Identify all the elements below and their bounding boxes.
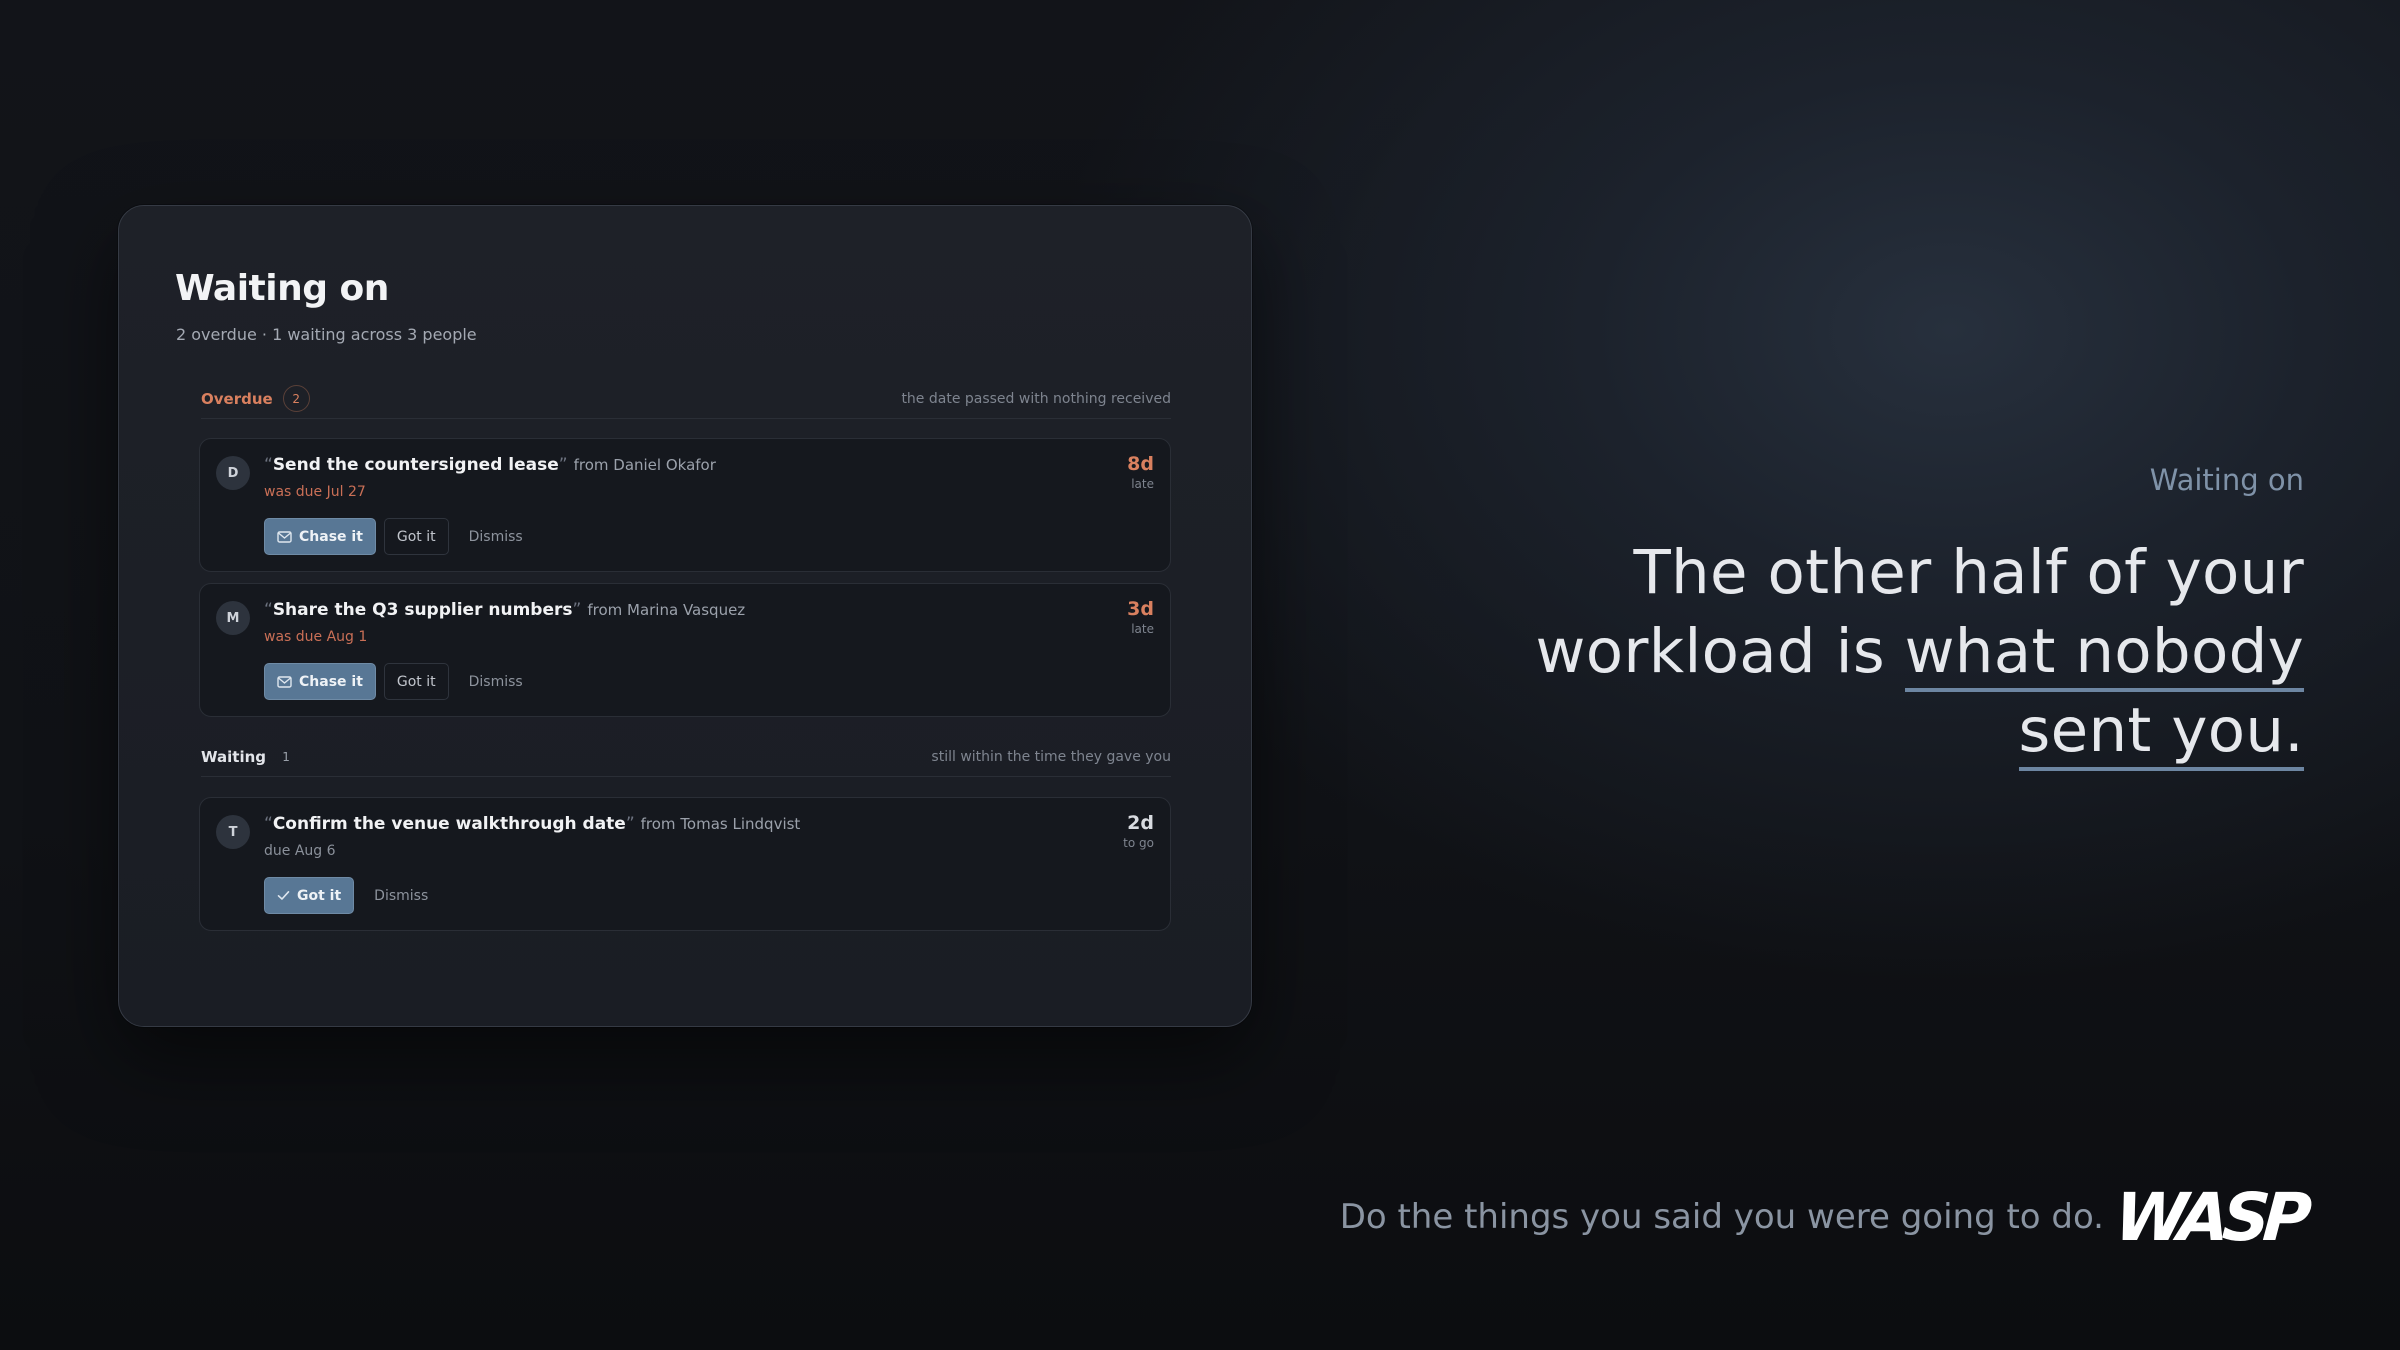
item-due-date: was due Jul 27: [264, 484, 366, 500]
item-text: Send the countersigned lease: [272, 455, 559, 475]
got-it-button[interactable]: Got it: [383, 518, 449, 555]
headline-highlight: what nobody: [1904, 616, 2304, 692]
mail-icon: [277, 530, 292, 543]
overdue-note: the date passed with nothing received: [901, 390, 1171, 407]
item-age: 3d late: [1127, 598, 1154, 636]
item-actions: Got it Dismiss: [264, 877, 440, 914]
waiting-on-card: Waiting on 2 overdue · 1 waiting across …: [118, 205, 1252, 1027]
overdue-label: Overdue: [201, 389, 273, 408]
got-it-label: Got it: [297, 887, 342, 904]
chase-it-label: Chase it: [299, 528, 363, 545]
waiting-label: Waiting: [201, 747, 267, 766]
waiting-section-header: Waiting 1 still within the time they gav…: [201, 737, 1171, 777]
dismiss-button[interactable]: Dismiss: [457, 529, 535, 545]
item-due-date: due Aug 6: [264, 843, 336, 859]
wasp-logo: WASP: [2111, 1179, 2307, 1256]
dismiss-button[interactable]: Dismiss: [362, 888, 440, 904]
promo-eyebrow: Waiting on: [2149, 463, 2304, 497]
item-actions: Chase it Got it Dismiss: [264, 518, 535, 555]
item-text: Confirm the venue walkthrough date: [272, 814, 626, 834]
item-actions: Chase it Got it Dismiss: [264, 663, 535, 700]
open-quote: “: [264, 455, 273, 475]
avatar: D: [216, 456, 250, 490]
summary-text: 2 overdue · 1 waiting across 3 people: [176, 325, 477, 344]
close-quote: ”: [625, 814, 635, 834]
list-item: T “Confirm the venue walkthrough date” fr…: [199, 797, 1171, 931]
age-label: to go: [1123, 836, 1154, 850]
age-label: late: [1131, 622, 1154, 636]
item-title: “Send the countersigned lease” from Danie…: [264, 455, 716, 475]
open-quote: “: [264, 814, 273, 834]
item-from: from Marina Vasquez: [587, 601, 746, 619]
close-quote: ”: [558, 455, 568, 475]
list-item: M “Share the Q3 supplier numbers” from Ma…: [199, 583, 1171, 717]
waiting-count-badge: 1: [282, 749, 290, 764]
avatar: T: [216, 815, 250, 849]
age-value: 3d: [1127, 598, 1154, 620]
overdue-count-badge: 2: [282, 385, 310, 412]
age-value: 8d: [1127, 453, 1154, 475]
promo-tagline: Do the things you said you were going to…: [1339, 1197, 2104, 1237]
open-quote: “: [264, 600, 273, 620]
item-from: from Tomas Lindqvist: [640, 815, 801, 833]
close-quote: ”: [572, 600, 582, 620]
chase-it-button[interactable]: Chase it: [264, 518, 376, 555]
age-value: 2d: [1127, 812, 1154, 834]
promo-headline: The other half of your workload is what …: [1504, 533, 2304, 771]
item-age: 8d late: [1127, 453, 1154, 491]
dismiss-button[interactable]: Dismiss: [457, 674, 535, 690]
item-from: from Daniel Okafor: [573, 456, 716, 474]
item-text: Share the Q3 supplier numbers: [272, 600, 573, 620]
got-it-button[interactable]: Got it: [264, 877, 355, 914]
item-title: “Confirm the venue walkthrough date” from…: [264, 814, 800, 834]
avatar: M: [216, 601, 250, 635]
item-title: “Share the Q3 supplier numbers” from Mari…: [264, 600, 745, 620]
overdue-section-header: Overdue 2 the date passed with nothing r…: [201, 379, 1171, 419]
waiting-note: still within the time they gave you: [931, 748, 1171, 765]
list-item: D “Send the countersigned lease” from Dan…: [199, 438, 1171, 572]
page-title: Waiting on: [175, 268, 389, 309]
check-icon: [277, 891, 290, 900]
item-due-date: was due Aug 1: [264, 629, 368, 645]
mail-icon: [277, 675, 292, 688]
chase-it-label: Chase it: [299, 673, 363, 690]
item-age: 2d to go: [1123, 812, 1154, 850]
headline-highlight: sent you.: [2018, 695, 2304, 771]
chase-it-button[interactable]: Chase it: [264, 663, 376, 700]
got-it-button[interactable]: Got it: [383, 663, 449, 700]
age-label: late: [1131, 477, 1154, 491]
